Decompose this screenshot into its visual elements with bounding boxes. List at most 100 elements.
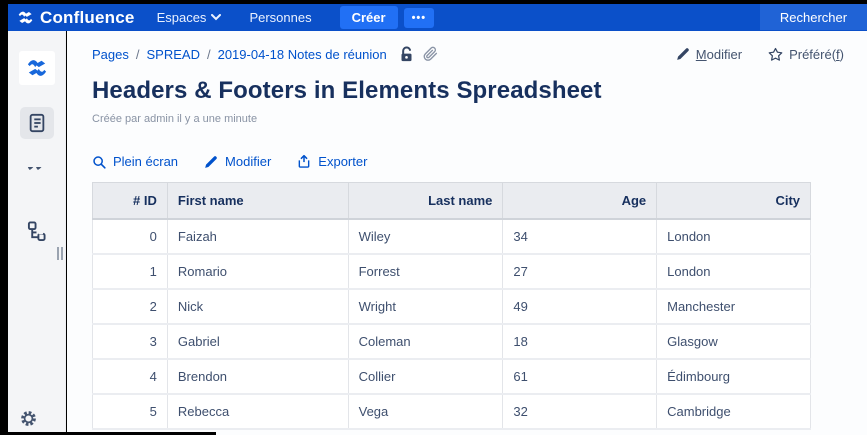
cell-city[interactable]: Manchester xyxy=(657,289,811,324)
quotes-icon: ” xyxy=(26,167,47,187)
cell-id[interactable]: 1 xyxy=(93,254,168,289)
breadcrumb-separator: / xyxy=(136,47,140,62)
breadcrumb-pages[interactable]: Pages xyxy=(92,47,129,62)
table-row[interactable]: 2 Nick Wright 49 Manchester xyxy=(93,289,811,324)
page-tree-icon xyxy=(27,221,46,241)
confluence-home-link[interactable]: Confluence xyxy=(17,8,135,28)
pencil-icon xyxy=(204,155,218,169)
sidebar-item-pages[interactable] xyxy=(20,107,54,139)
export-icon xyxy=(297,154,311,169)
cell-id[interactable]: 3 xyxy=(93,324,168,359)
cell-first[interactable]: Romario xyxy=(167,254,348,289)
cell-last[interactable]: Collier xyxy=(348,359,503,394)
spreadsheet-table: # ID First name Last name Age City 0 Fai… xyxy=(92,182,811,430)
cell-city[interactable]: London xyxy=(657,254,811,289)
search-magnifier-icon xyxy=(92,155,106,169)
cell-age[interactable]: 18 xyxy=(503,324,657,359)
nav-personnes[interactable]: Personnes xyxy=(249,10,311,25)
breadcrumb-separator: / xyxy=(207,47,211,62)
sidebar-item-page-tree[interactable] xyxy=(20,215,54,247)
app-frame: Confluence Espaces Personnes Créer ••• R… xyxy=(0,0,867,435)
cell-age[interactable]: 27 xyxy=(503,254,657,289)
cell-last[interactable]: Wiley xyxy=(348,219,503,254)
attachment-paperclip-icon[interactable] xyxy=(423,46,438,62)
space-sidebar: ” xyxy=(8,31,66,435)
cell-first[interactable]: Gabriel xyxy=(167,324,348,359)
favorite-label: Préféré(f) xyxy=(789,47,844,62)
cell-age[interactable]: 34 xyxy=(503,219,657,254)
fullscreen-button[interactable]: Plein écran xyxy=(92,154,178,169)
cell-age[interactable]: 32 xyxy=(503,394,657,429)
confluence-logo-icon xyxy=(17,10,34,25)
cell-id[interactable]: 2 xyxy=(93,289,168,324)
cell-city[interactable]: Glasgow xyxy=(657,324,811,359)
edit-page-button[interactable]: Modifier xyxy=(676,47,742,62)
table-row[interactable]: 4 Brendon Collier 61 Édimbourg xyxy=(93,359,811,394)
page-byline: Créée par admin il y a une minute xyxy=(92,113,841,125)
star-icon xyxy=(768,47,783,62)
cell-age[interactable]: 49 xyxy=(503,289,657,324)
cell-last[interactable]: Coleman xyxy=(348,324,503,359)
table-header-row: # ID First name Last name Age City xyxy=(93,183,811,219)
favorite-button[interactable]: Préféré(f) xyxy=(768,47,844,62)
cell-last[interactable]: Vega xyxy=(348,394,503,429)
edit-spreadsheet-label: Modifier xyxy=(225,154,271,169)
page-content: Pages / SPREAD / 2019-04-18 Notes de réu… xyxy=(67,31,867,435)
search-input[interactable]: Rechercher xyxy=(760,4,867,30)
top-navigation-bar: Confluence Espaces Personnes Créer ••• R… xyxy=(8,4,867,31)
nav-personnes-label: Personnes xyxy=(249,10,311,25)
breadcrumb-row: Pages / SPREAD / 2019-04-18 Notes de réu… xyxy=(92,46,844,62)
brand-name: Confluence xyxy=(40,8,135,28)
create-button[interactable]: Créer xyxy=(340,6,398,29)
cell-first[interactable]: Nick xyxy=(167,289,348,324)
cell-city[interactable]: Cambridge xyxy=(657,394,811,429)
export-button[interactable]: Exporter xyxy=(297,154,367,169)
breadcrumb: Pages / SPREAD / 2019-04-18 Notes de réu… xyxy=(92,47,387,62)
sidebar-resize-handle[interactable] xyxy=(57,247,63,260)
spreadsheet-toolbar: Plein écran Modifier Exporter xyxy=(92,154,841,169)
column-header-last-name[interactable]: Last name xyxy=(348,183,503,219)
cell-city[interactable]: Édimbourg xyxy=(657,359,811,394)
primary-nav: Espaces Personnes xyxy=(157,10,312,25)
cell-id[interactable]: 5 xyxy=(93,394,168,429)
cell-id[interactable]: 4 xyxy=(93,359,168,394)
breadcrumb-current-page[interactable]: 2019-04-18 Notes de réunion xyxy=(218,47,387,62)
cell-first[interactable]: Rebecca xyxy=(167,394,348,429)
breadcrumb-space[interactable]: SPREAD xyxy=(147,47,200,62)
column-header-id[interactable]: # ID xyxy=(93,183,168,219)
table-row[interactable]: 0 Faizah Wiley 34 London xyxy=(93,219,811,254)
more-menu-button[interactable]: ••• xyxy=(404,8,435,28)
edit-spreadsheet-button[interactable]: Modifier xyxy=(204,154,271,169)
cell-last[interactable]: Forrest xyxy=(348,254,503,289)
table-row[interactable]: 1 Romario Forrest 27 London xyxy=(93,254,811,289)
table-row[interactable]: 5 Rebecca Vega 32 Cambridge xyxy=(93,394,811,429)
cell-city[interactable]: London xyxy=(657,219,811,254)
table-row[interactable]: 3 Gabriel Coleman 18 Glasgow xyxy=(93,324,811,359)
document-icon xyxy=(27,113,47,133)
search-label: Rechercher xyxy=(780,10,847,25)
export-label: Exporter xyxy=(318,154,367,169)
gear-icon xyxy=(20,410,37,427)
unlock-icon[interactable] xyxy=(399,46,414,62)
space-logo-button[interactable] xyxy=(19,51,55,85)
space-settings-button[interactable] xyxy=(20,410,37,427)
cell-last[interactable]: Wright xyxy=(348,289,503,324)
pencil-icon xyxy=(676,47,690,61)
cell-id[interactable]: 0 xyxy=(93,219,168,254)
confluence-space-icon xyxy=(26,58,48,78)
cell-age[interactable]: 61 xyxy=(503,359,657,394)
page-actions: Modifier Préféré(f) xyxy=(676,47,844,62)
nav-espaces-label: Espaces xyxy=(157,10,207,25)
column-header-city[interactable]: City xyxy=(657,183,811,219)
column-header-first-name[interactable]: First name xyxy=(167,183,348,219)
page-meta-icons xyxy=(399,46,438,62)
edit-page-label: Modifier xyxy=(696,47,742,62)
nav-espaces[interactable]: Espaces xyxy=(157,10,222,25)
chevron-down-icon xyxy=(211,14,221,21)
page-title: Headers & Footers in Elements Spreadshee… xyxy=(92,77,841,105)
fullscreen-label: Plein écran xyxy=(113,154,178,169)
sidebar-item-blog[interactable]: ” xyxy=(20,161,54,193)
column-header-age[interactable]: Age xyxy=(503,183,657,219)
cell-first[interactable]: Faizah xyxy=(167,219,348,254)
cell-first[interactable]: Brendon xyxy=(167,359,348,394)
